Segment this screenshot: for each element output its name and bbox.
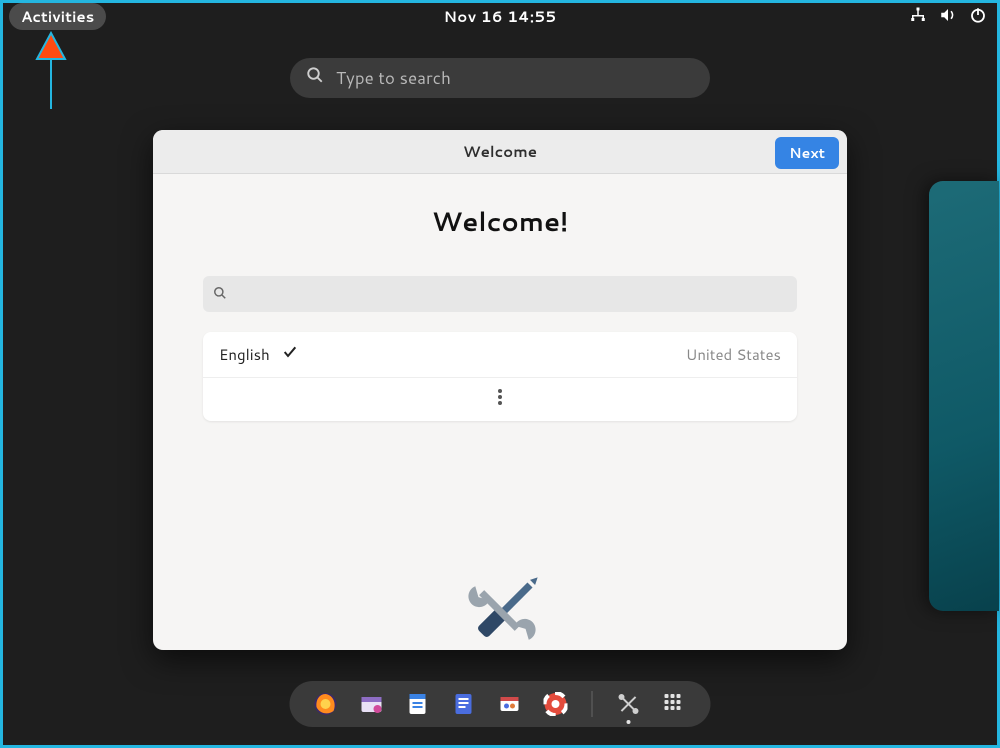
dock xyxy=(290,681,711,727)
system-tray[interactable] xyxy=(909,6,987,24)
window-headerbar[interactable]: Welcome Next xyxy=(153,130,847,174)
language-row[interactable]: English United States xyxy=(203,332,797,378)
clock[interactable]: Nov 16 14:55 xyxy=(444,6,557,27)
tools-overlay-graphic xyxy=(457,568,547,658)
dock-app-settings[interactable] xyxy=(617,692,641,716)
dock-app-software[interactable] xyxy=(498,692,522,716)
next-button[interactable]: Next xyxy=(775,137,839,169)
language-region: United States xyxy=(686,344,781,365)
dock-app-files[interactable] xyxy=(360,692,384,716)
search-icon xyxy=(213,283,227,306)
top-bar: Activities Nov 16 14:55 xyxy=(3,3,997,29)
check-icon xyxy=(282,344,298,365)
window-title: Welcome xyxy=(463,141,537,162)
language-search[interactable] xyxy=(203,276,797,312)
window-body: Welcome! English United States xyxy=(153,174,847,421)
volume-icon[interactable] xyxy=(939,6,957,24)
workspace-preview-2[interactable] xyxy=(929,181,999,611)
dock-separator xyxy=(592,691,593,717)
overview-search[interactable] xyxy=(290,58,710,98)
dock-app-help[interactable] xyxy=(544,692,568,716)
running-indicator xyxy=(627,720,631,724)
dock-show-apps[interactable] xyxy=(663,692,687,716)
language-name: English xyxy=(219,344,270,365)
annotation-arrow xyxy=(31,31,71,111)
overview-search-input[interactable] xyxy=(336,66,694,90)
apps-grid-icon xyxy=(663,692,683,712)
activities-button[interactable]: Activities xyxy=(9,3,106,30)
page-heading: Welcome! xyxy=(203,204,797,240)
more-languages-row[interactable] xyxy=(203,378,797,421)
more-icon xyxy=(498,388,502,411)
search-icon xyxy=(306,66,324,90)
language-list: English United States xyxy=(203,332,797,421)
power-icon[interactable] xyxy=(969,6,987,24)
dock-app-firefox[interactable] xyxy=(314,692,338,716)
network-icon[interactable] xyxy=(909,6,927,24)
dock-app-documents[interactable] xyxy=(452,692,476,716)
dock-app-text-editor[interactable] xyxy=(406,692,430,716)
